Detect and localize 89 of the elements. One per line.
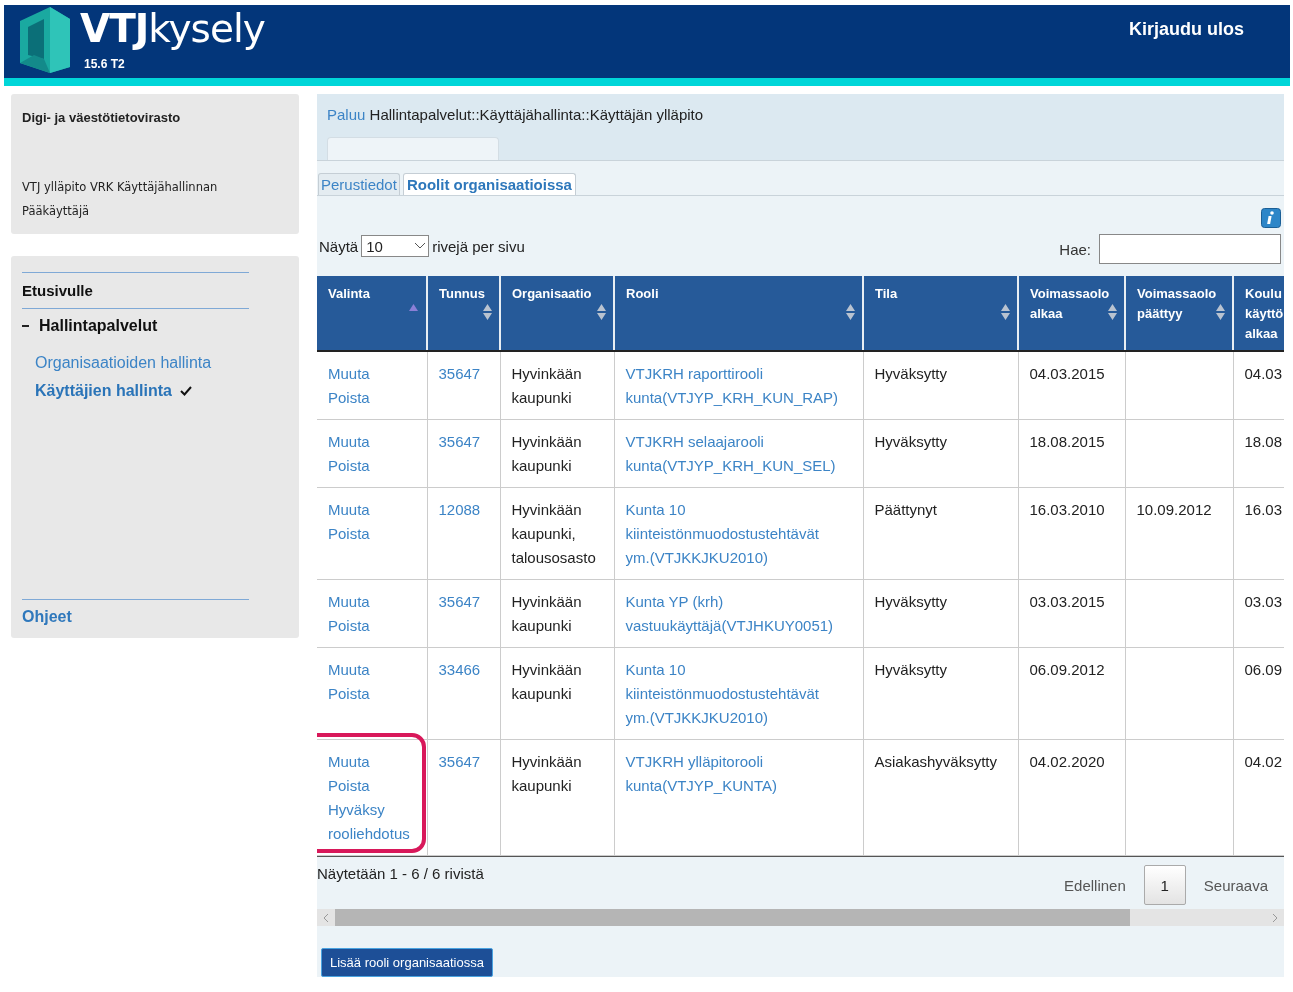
previous-button[interactable]: Edellinen xyxy=(1064,876,1126,894)
table-cell-text: Hyväksytty xyxy=(874,592,947,612)
table-cell-text: 18.08.2015 xyxy=(1029,432,1105,452)
action-link[interactable]: Muuta xyxy=(328,430,370,454)
action-link[interactable]: Poista xyxy=(328,774,370,798)
rows-info: Näytetään 1 - 6 / 6 rivistä xyxy=(317,865,484,882)
table-cell-text: Hyväksytty xyxy=(874,660,947,680)
role-link[interactable]: Kunta 10 kiinteistönmuodostustehtävät ym.(VTJKKJKU2010) xyxy=(625,498,819,570)
info-icon[interactable] xyxy=(1261,208,1281,228)
table-cell-text: 06.09 xyxy=(1244,660,1283,680)
action-link[interactable]: Poista xyxy=(328,614,370,638)
search-field[interactable] xyxy=(1099,234,1281,264)
table-cell-text: Hyväksytty xyxy=(874,364,947,384)
id-link[interactable]: 35647 xyxy=(438,362,481,386)
help-link[interactable]: Ohjeet xyxy=(22,600,288,626)
column-header[interactable]: Voimassaolo alkaa xyxy=(1018,276,1125,351)
table-cell-text: 04.02 xyxy=(1244,752,1283,772)
logout-link[interactable]: Kirjaudu ulos xyxy=(1129,19,1244,40)
table-cell-text: 16.03.2010 xyxy=(1029,500,1105,520)
organization-name: Digi- ja väestötietovirasto xyxy=(22,110,182,125)
page-button[interactable]: 1 xyxy=(1143,865,1186,905)
table-cell-text: 10.09.2012 xyxy=(1136,500,1212,520)
table-cell-text: 18.08 xyxy=(1244,432,1283,452)
action-link[interactable]: Muuta xyxy=(328,498,370,522)
search-label: Hae: xyxy=(1059,240,1091,258)
id-link[interactable]: 33466 xyxy=(438,658,481,682)
table-cell-text: Asiakashyväksytty xyxy=(874,752,998,772)
action-link[interactable]: Hyväksy rooliehdotus xyxy=(328,798,416,846)
table-cell-text: Hyvinkään kaupunki, talousosasto xyxy=(511,500,596,568)
action-link[interactable]: Muuta xyxy=(328,590,370,614)
version-label: 15.6 T2 xyxy=(84,57,126,71)
column-header[interactable]: Rooli xyxy=(614,276,863,351)
tab[interactable]: Roolit organisaatioissa xyxy=(402,173,576,195)
next-button[interactable]: Seuraava xyxy=(1203,876,1268,894)
id-link[interactable]: 12088 xyxy=(438,498,481,522)
table-cell-text: 04.03.2015 xyxy=(1029,364,1105,384)
table-cell-text: Hyvinkään kaupunki xyxy=(511,752,582,796)
show-label: Näytä xyxy=(319,237,359,255)
id-link[interactable]: 35647 xyxy=(438,750,481,774)
app-title: VTJkysely xyxy=(80,7,265,51)
table-cell-text: 04.02.2020 xyxy=(1029,752,1105,772)
tab[interactable]: Perustiedot xyxy=(318,173,400,195)
id-link[interactable]: 35647 xyxy=(438,430,481,454)
column-header[interactable]: Koulu käyttö alkaa xyxy=(1233,276,1284,351)
nav-link[interactable]: Organisaatioiden hallinta xyxy=(35,354,212,372)
rows-per-page-label: rivejä per sivu xyxy=(432,237,525,255)
table-cell-text: 03.03 xyxy=(1244,592,1283,612)
action-link[interactable]: Muuta xyxy=(328,362,370,386)
table-cell-text: 06.09.2012 xyxy=(1029,660,1105,680)
column-header[interactable]: Tunnus xyxy=(427,276,500,351)
table-cell-text: 16.03 xyxy=(1244,500,1283,520)
table-cell-text: 03.03.2015 xyxy=(1029,592,1105,612)
nav-group-label[interactable]: Hallintapalvelut xyxy=(39,317,158,335)
action-link[interactable]: Poista xyxy=(328,386,370,410)
column-header[interactable]: Organisaatio xyxy=(500,276,614,351)
scroll-right-icon[interactable] xyxy=(1272,912,1278,923)
table-cell-text: Hyvinkään kaupunki xyxy=(511,660,582,704)
role-link[interactable]: VTJKRH raporttirooli kunta(VTJYP_KRH_KUN_RAP) xyxy=(625,362,839,410)
logo-icon xyxy=(20,7,70,73)
horizontal-scrollbar[interactable] xyxy=(317,909,1284,926)
breadcrumb-path: Hallintapalvelut::Käyttäjähallinta::Käyttäjän ylläpito xyxy=(369,106,704,123)
role-link[interactable]: VTJKRH ylläpitorooli kunta(VTJYP_KUNTA) xyxy=(625,750,777,798)
action-link[interactable]: Poista xyxy=(328,454,370,478)
user-role: VTJ ylläpito VRK Käyttäjähallinnan Pääkäyttäjä xyxy=(22,179,219,220)
check-icon xyxy=(179,386,192,396)
role-link[interactable]: Kunta 10 kiinteistönmuodostustehtävät ym.(VTJKKJKU2010) xyxy=(625,658,819,730)
action-link[interactable]: Muuta xyxy=(328,658,370,682)
id-link[interactable]: 35647 xyxy=(438,590,481,614)
page-length-select[interactable]: 10 xyxy=(361,235,430,257)
column-header[interactable]: Voimassaolo päättyy xyxy=(1125,276,1233,351)
nav-link[interactable]: Käyttäjien hallinta xyxy=(35,382,172,400)
role-link[interactable]: VTJKRH selaajarooli kunta(VTJYP_KRH_KUN_SEL) xyxy=(625,430,836,478)
action-link[interactable]: Poista xyxy=(328,682,370,706)
nav-link[interactable]: Etusivulle xyxy=(22,273,288,308)
scroll-left-icon[interactable] xyxy=(323,912,329,923)
add-role-button[interactable]: Lisää rooli organisaatiossa xyxy=(321,948,493,977)
table-cell-text: 04.03 xyxy=(1244,364,1283,384)
action-link[interactable]: Poista xyxy=(328,522,370,546)
column-header[interactable]: Valinta xyxy=(317,276,427,351)
table-cell-text: Hyvinkään kaupunki xyxy=(511,592,582,636)
table-cell-text: Päättynyt xyxy=(874,500,938,520)
role-link[interactable]: Kunta YP (krh) vastuukäyttäjä(VTJHKUY0051) xyxy=(625,590,834,638)
action-link[interactable]: Muuta xyxy=(328,750,370,774)
column-header[interactable]: Tila xyxy=(863,276,1018,351)
table-cell-text: Hyvinkään kaupunki xyxy=(511,432,582,476)
table-cell-text: Hyväksytty xyxy=(874,432,947,452)
caret-icon xyxy=(414,242,427,250)
table-cell-text: Hyvinkään kaupunki xyxy=(511,364,582,408)
back-link[interactable]: Paluu xyxy=(327,106,366,123)
